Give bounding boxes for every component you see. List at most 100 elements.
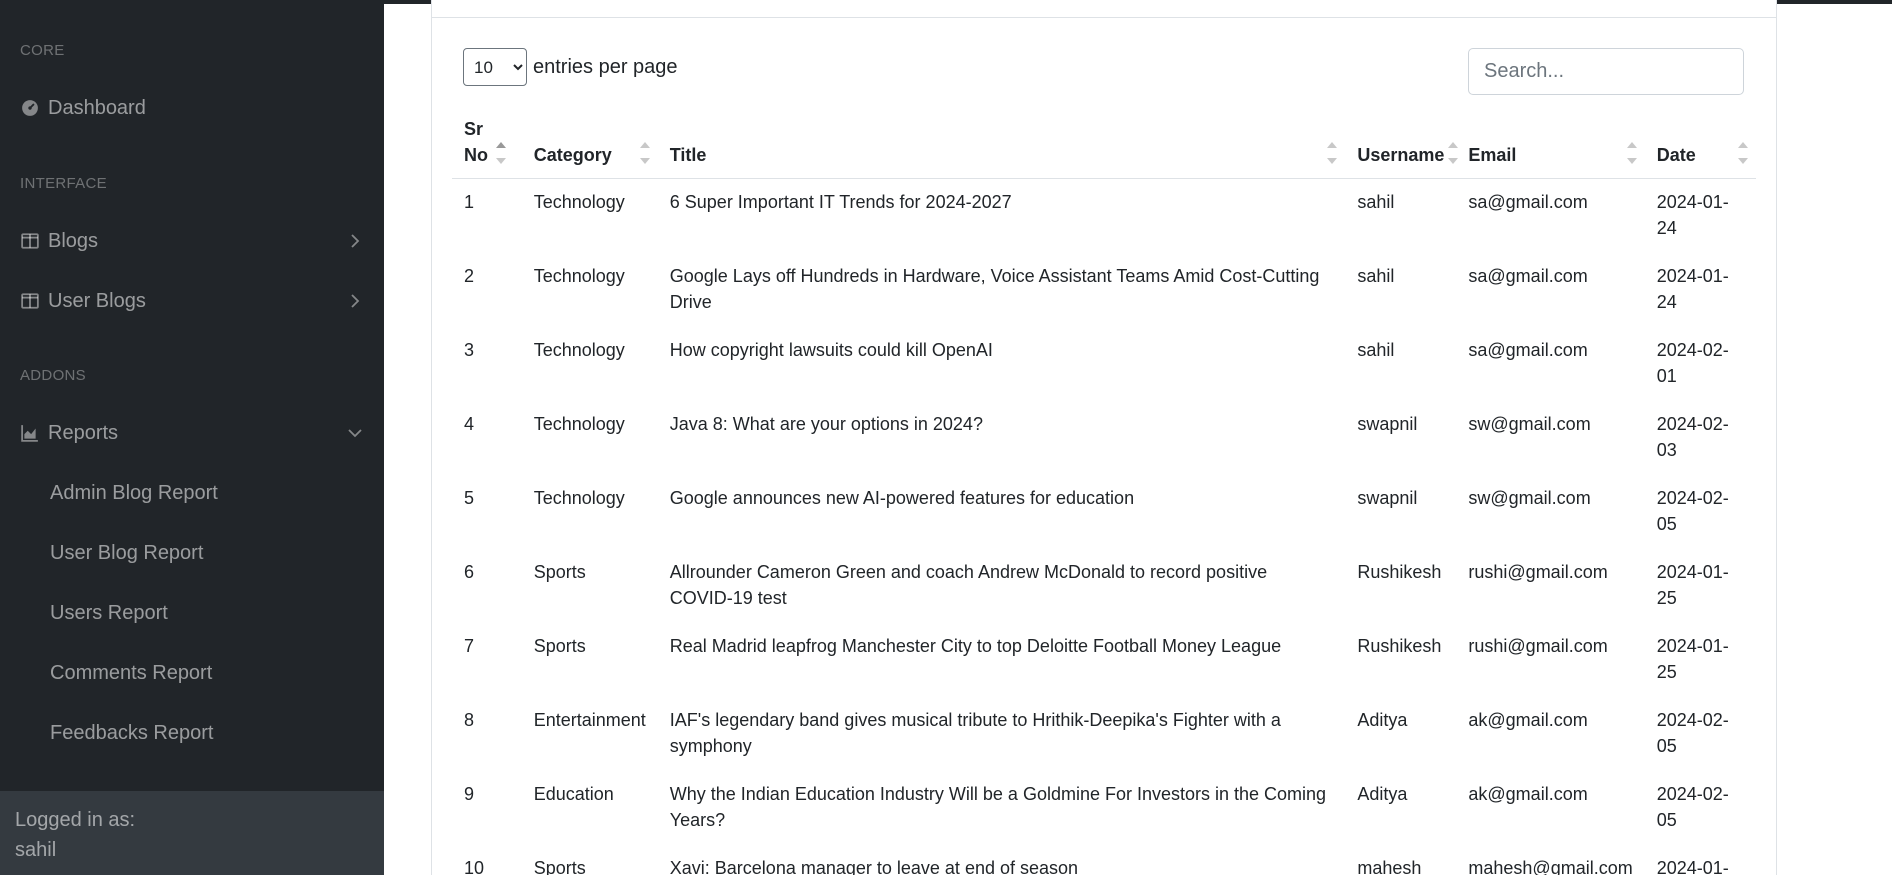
cell-category: Education (533, 783, 614, 804)
column-header-username[interactable]: Username (1345, 112, 1459, 179)
sidebar-heading-core: CORE (20, 42, 65, 59)
column-header-sr-no[interactable]: Sr No (452, 112, 522, 179)
cell-date: 2024-01-24 (1656, 191, 1729, 238)
column-header-label: Sr No (464, 118, 488, 165)
cell-username: sahil (1357, 191, 1395, 212)
cell-username: mahesh (1357, 857, 1422, 875)
cell-sr-no: 1 (464, 191, 475, 212)
table-row: 10 Sports Xavi: Barcelona manager to lea… (452, 845, 1756, 875)
sidebar-footer: Logged in as: sahil (0, 791, 384, 875)
cell-title: Google Lays off Hundreds in Hardware, Vo… (669, 265, 1320, 312)
cell-date: 2024-02-01 (1656, 339, 1729, 386)
cell-email: rushi@gmail.com (1468, 561, 1608, 582)
cell-date: 2024-01-25 (1656, 635, 1729, 682)
cell-sr-no: 7 (464, 635, 475, 656)
cell-date: 2024-01- (1656, 857, 1729, 875)
sort-icon (496, 140, 506, 166)
column-header-email[interactable]: Email (1456, 112, 1645, 179)
cell-email: sw@gmail.com (1468, 413, 1591, 434)
sidebar-subitem-admin-blog-report[interactable]: Admin Blog Report (50, 475, 218, 511)
chevron-right-icon (346, 292, 364, 310)
cell-date: 2024-01-24 (1656, 265, 1729, 312)
cell-title: Java 8: What are your options in 2024? (669, 413, 983, 434)
sidebar-subitem-users-report[interactable]: Users Report (50, 595, 168, 631)
column-header-category[interactable]: Category (521, 112, 658, 179)
sidebar-heading-interface: INTERFACE (20, 175, 107, 192)
area-chart-icon (20, 423, 40, 443)
sidebar-item-label: Blogs (48, 229, 99, 252)
cell-date: 2024-02-05 (1656, 709, 1729, 756)
sidebar-item-label: Dashboard (48, 96, 146, 119)
chevron-right-icon (346, 232, 364, 250)
cell-title: Allrounder Cameron Green and coach Andre… (669, 561, 1268, 608)
column-header-label: Username (1357, 144, 1445, 165)
cell-category: Sports (533, 561, 586, 582)
sidebar-heading-addons: ADDONS (20, 367, 86, 384)
cell-date: 2024-02-03 (1656, 413, 1729, 460)
sidebar-subitem-comments-report[interactable]: Comments Report (50, 655, 212, 691)
cell-title: Real Madrid leapfrog Manchester City to … (669, 635, 1282, 656)
sort-icon (1626, 140, 1637, 166)
cell-email: rushi@gmail.com (1468, 635, 1608, 656)
cell-email: ak@gmail.com (1468, 709, 1588, 730)
cell-category: Technology (533, 413, 625, 434)
sidebar-item-user-blogs[interactable]: User Blogs (20, 281, 364, 321)
column-header-date[interactable]: Date (1644, 112, 1756, 179)
column-header-label: Email (1468, 144, 1517, 165)
cell-email: sa@gmail.com (1468, 191, 1588, 212)
logged-in-user: sahil (15, 839, 57, 861)
cell-title: Xavi: Barcelona manager to leave at end … (669, 857, 1079, 875)
sidebar-item-blogs[interactable]: Blogs (20, 221, 364, 261)
blogs-table: Sr No Category Title Username Email Date (452, 112, 1756, 875)
cell-sr-no: 3 (464, 339, 475, 360)
columns-icon (20, 231, 40, 251)
cell-email: mahesh@gmail.com (1468, 857, 1633, 875)
table-row: 7 Sports Real Madrid leapfrog Manchester… (452, 623, 1756, 697)
cell-sr-no: 2 (464, 265, 475, 286)
table-row: 3 Technology How copyright lawsuits coul… (452, 327, 1756, 401)
table-row: 1 Technology 6 Super Important IT Trends… (452, 178, 1756, 253)
sidebar: CORE Dashboard INTERFACE Blogs User Blog… (0, 0, 384, 875)
column-header-label: Category (533, 144, 612, 165)
sidebar-item-reports[interactable]: Reports (20, 413, 364, 453)
cell-date: 2024-02-05 (1656, 487, 1729, 534)
cell-title: 6 Super Important IT Trends for 2024-202… (669, 191, 1012, 212)
tachometer-icon (20, 98, 40, 118)
cell-category: Sports (533, 857, 586, 875)
cell-username: Rushikesh (1357, 635, 1442, 656)
search-input[interactable] (1468, 48, 1744, 95)
cell-title: How copyright lawsuits could kill OpenAI (669, 339, 993, 360)
cell-sr-no: 6 (464, 561, 475, 582)
per-page-select[interactable]: 10 (463, 48, 527, 86)
cell-username: swapnil (1357, 413, 1418, 434)
cell-sr-no: 10 (464, 857, 485, 875)
columns-icon (20, 291, 40, 311)
logged-in-label: Logged in as: (15, 809, 136, 831)
table-row: 9 Education Why the Indian Education Ind… (452, 771, 1756, 845)
chevron-down-icon (346, 424, 364, 442)
cell-username: sahil (1357, 339, 1395, 360)
cell-email: sa@gmail.com (1468, 265, 1588, 286)
cell-title: Google announces new AI-powered features… (669, 487, 1135, 508)
cell-sr-no: 9 (464, 783, 475, 804)
cell-username: Aditya (1357, 709, 1408, 730)
table-row: 4 Technology Java 8: What are your optio… (452, 401, 1756, 475)
sidebar-item-dashboard[interactable]: Dashboard (20, 88, 364, 128)
cell-username: sahil (1357, 265, 1395, 286)
cell-email: sw@gmail.com (1468, 487, 1591, 508)
cell-category: Technology (533, 265, 625, 286)
column-header-label: Date (1656, 144, 1696, 165)
cell-title: Why the Indian Education Industry Will b… (669, 783, 1327, 830)
table-row: 5 Technology Google announces new AI-pow… (452, 475, 1756, 549)
sort-icon (1738, 140, 1748, 166)
sort-icon (1327, 140, 1338, 166)
cell-category: Technology (533, 191, 625, 212)
cell-category: Technology (533, 487, 625, 508)
sidebar-item-label: Reports (48, 421, 119, 444)
sidebar-item-label: User Blogs (48, 289, 146, 312)
cell-username: Rushikesh (1357, 561, 1442, 582)
sidebar-subitem-user-blog-report[interactable]: User Blog Report (50, 535, 203, 571)
table-header-row: Sr No Category Title Username Email Date (452, 112, 1756, 179)
column-header-title[interactable]: Title (657, 112, 1346, 179)
sidebar-subitem-feedbacks-report[interactable]: Feedbacks Report (50, 715, 213, 751)
